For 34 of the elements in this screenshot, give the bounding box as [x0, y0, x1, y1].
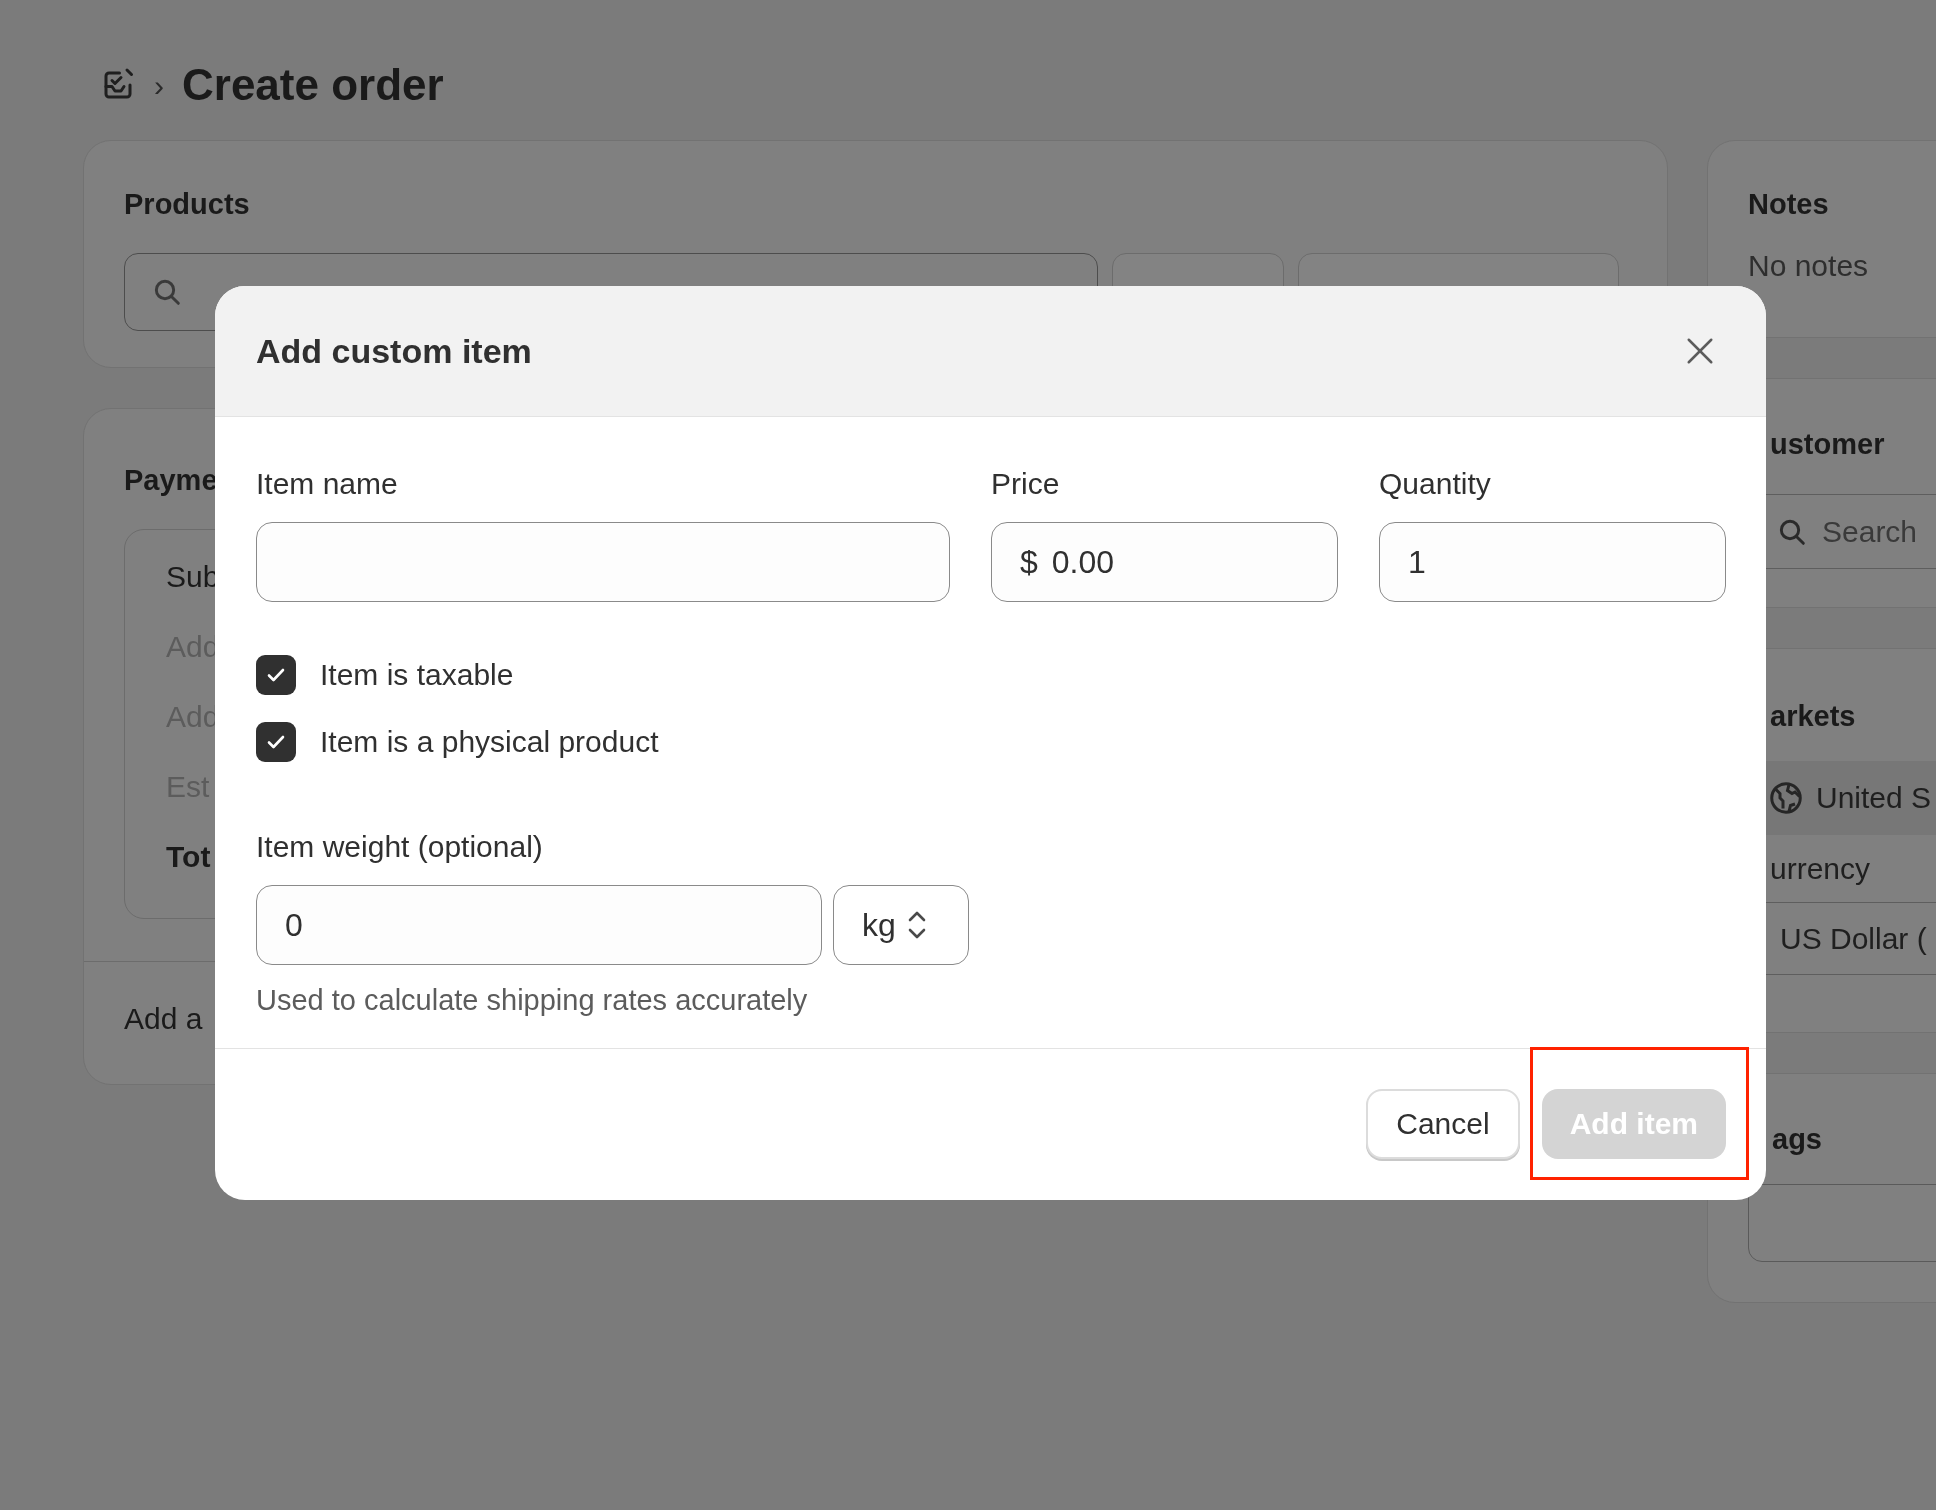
dialog-button[interactable]: Cancel — [1366, 1088, 1520, 1159]
checkbox[interactable] — [256, 654, 296, 695]
card-title: Products — [124, 187, 251, 222]
weight-input[interactable]: 0 — [256, 885, 822, 965]
breadcrumb-chevron: › — [154, 67, 164, 104]
modal-title: Add custom item — [256, 330, 532, 372]
notes-text: No notes — [1748, 247, 1870, 284]
checkbox-label: Item is taxable — [320, 657, 514, 693]
quantity-input[interactable]: 1 — [1379, 522, 1726, 602]
help-text: Used to calculate shipping rates accurately — [256, 983, 809, 1018]
close-icon — [1685, 336, 1715, 366]
footer-text: Add a — [124, 1000, 203, 1037]
field-label: Quantity — [1379, 466, 1492, 502]
unit-select[interactable]: kg — [833, 885, 969, 965]
field-label: Price — [991, 466, 1061, 502]
currency-prefix: $ — [1020, 543, 1038, 582]
summary-label: Tot — [166, 838, 211, 875]
price-input[interactable]: $ 0.00 — [991, 522, 1338, 602]
checkbox-label: Item is a physical product — [320, 724, 659, 760]
field-label: Item weight (optional) — [256, 829, 544, 865]
card-title: arkets — [1769, 699, 1857, 734]
checkbox[interactable] — [256, 721, 296, 762]
page-title: Create order — [182, 59, 444, 111]
market-name: United S — [1816, 780, 1932, 816]
currency-label: urrency — [1770, 850, 1871, 887]
item-name-input[interactable] — [256, 522, 950, 602]
globe-icon — [1768, 779, 1804, 816]
card-title: Notes — [1748, 187, 1830, 222]
card-title: ags — [1771, 1122, 1823, 1157]
customer-search-input[interactable]: Search — [1822, 509, 1936, 554]
field-label: Item name — [256, 466, 399, 502]
currency-value: US Dollar ( — [1780, 920, 1927, 957]
card-title: ustomer — [1770, 427, 1886, 462]
card-title: Payme — [124, 463, 218, 498]
